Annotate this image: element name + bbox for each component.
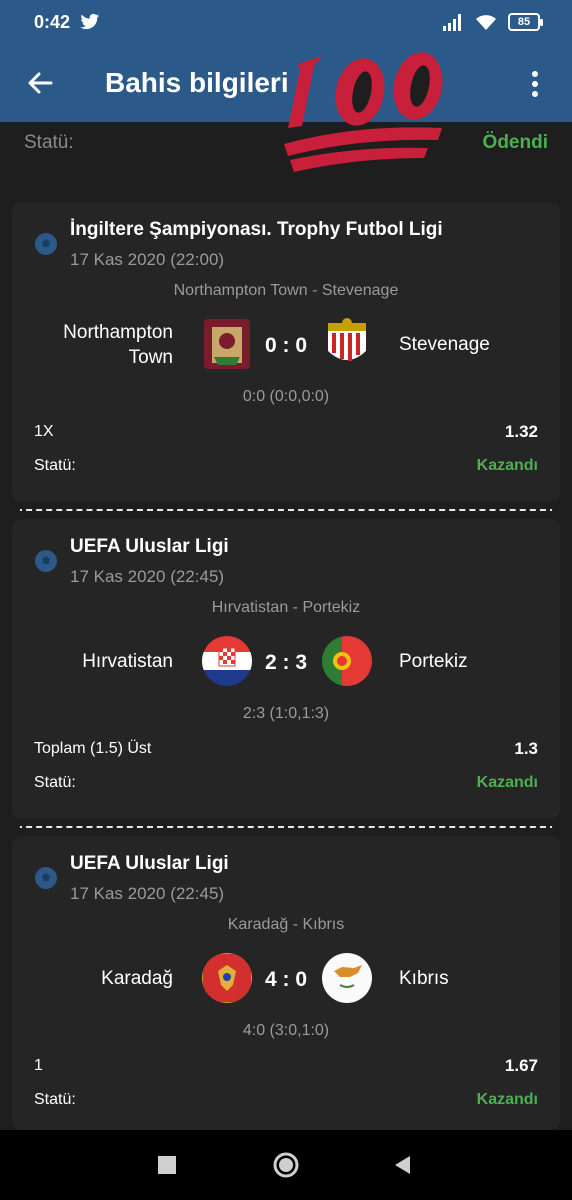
status-label: Statü: [34, 774, 76, 791]
away-team-flag-icon [322, 953, 372, 1003]
twitter-icon [80, 13, 100, 30]
signal-icon [443, 14, 461, 31]
bet-card: UEFA Uluslar Ligi 17 Kas 2020 (22:45) Ka… [12, 836, 560, 1130]
bet-status-row: Statü: Ödendi [0, 122, 572, 164]
match-date: 17 Kas 2020 (22:45) [70, 567, 225, 586]
match-title: Karadağ - Kıbrıs [227, 916, 345, 933]
bet-card: İngiltere Şampiyonası. Trophy Futbol Lig… [12, 202, 560, 502]
odds-value: 1.32 [504, 422, 538, 441]
away-team: Portekiz [399, 651, 468, 672]
home-circle-icon [273, 1152, 299, 1178]
odds-value: 1.67 [504, 1056, 538, 1075]
pick-row: 1X 1.32 [34, 422, 538, 442]
league-name: İngiltere Şampiyonası. Trophy Futbol Lig… [70, 219, 443, 240]
back-triangle-icon [395, 1156, 410, 1174]
score: 2 : 3 [264, 651, 308, 674]
match-title: Northampton Town - Stevenage [173, 282, 399, 299]
odds-value: 1.3 [514, 739, 538, 758]
match-date: 17 Kas 2020 (22:00) [70, 250, 225, 269]
status-label: Statü: [34, 457, 76, 474]
home-team: Northampton Town [63, 322, 173, 368]
page-title: Bahis bilgileri [105, 67, 289, 98]
score: 4 : 0 [264, 968, 308, 991]
status-value: Kazandı [476, 1091, 538, 1108]
system-navigation-bar [0, 1130, 572, 1200]
status-value: Kazandı [476, 774, 538, 791]
recents-button[interactable] [150, 1148, 184, 1182]
bet-status-value: Ödendi [482, 132, 548, 153]
home-team: Karadağ [101, 968, 173, 989]
away-team: Kıbrıs [399, 968, 449, 989]
battery-icon: 85 [508, 13, 543, 31]
detail-score: 4:0 (3:0,1:0) [242, 1022, 330, 1039]
pick-label: 1X [34, 423, 54, 440]
detail-score: 2:3 (1:0,1:3) [242, 705, 330, 722]
football-icon [35, 867, 57, 889]
ticket-separator [0, 501, 572, 519]
bet-status-label: Statü: [24, 132, 74, 153]
pick-label: Toplam (1.5) Üst [34, 740, 152, 757]
back-button[interactable] [0, 44, 80, 122]
status-time: 0:42 [34, 11, 71, 32]
more-vert-icon [532, 71, 538, 97]
recents-square-icon [158, 1156, 176, 1174]
away-team-flag-icon [322, 636, 372, 686]
status-label: Statü: [34, 1091, 76, 1108]
status-row: Statü: Kazandı [34, 774, 538, 792]
system-status-bar: 0:42 85 [0, 0, 572, 44]
wifi-icon [476, 15, 496, 30]
pick-row: 1 1.67 [34, 1056, 538, 1076]
league-name: UEFA Uluslar Ligi [70, 853, 229, 874]
score: 0 : 0 [264, 334, 308, 357]
league-name: UEFA Uluslar Ligi [70, 536, 229, 557]
back-nav-button[interactable] [386, 1148, 420, 1182]
home-button[interactable] [269, 1148, 303, 1182]
football-icon [35, 550, 57, 572]
back-arrow-icon [28, 72, 53, 94]
pick-row: Toplam (1.5) Üst 1.3 [34, 739, 538, 759]
home-team: Hırvatistan [82, 651, 173, 672]
football-icon [35, 233, 57, 255]
status-row: Statü: Kazandı [34, 1091, 538, 1109]
detail-score: 0:0 (0:0,0:0) [242, 388, 330, 405]
status-value: Kazandı [476, 457, 538, 474]
pick-label: 1 [34, 1057, 43, 1074]
match-title: Hırvatistan - Portekiz [211, 599, 361, 616]
ticket-separator [0, 818, 572, 836]
league-header: İngiltere Şampiyonası. Trophy Futbol Lig… [34, 217, 443, 273]
status-row: Statü: Kazandı [34, 457, 538, 475]
league-header: UEFA Uluslar Ligi 17 Kas 2020 (22:45) [34, 534, 229, 590]
away-team: Stevenage [399, 334, 490, 355]
away-team-logo [328, 318, 366, 361]
match-date: 17 Kas 2020 (22:45) [70, 884, 225, 903]
bet-card: UEFA Uluslar Ligi 17 Kas 2020 (22:45) Hı… [12, 519, 560, 819]
more-options-button[interactable] [520, 64, 550, 104]
battery-level: 85 [517, 16, 531, 28]
league-header: UEFA Uluslar Ligi 17 Kas 2020 (22:45) [34, 851, 229, 907]
